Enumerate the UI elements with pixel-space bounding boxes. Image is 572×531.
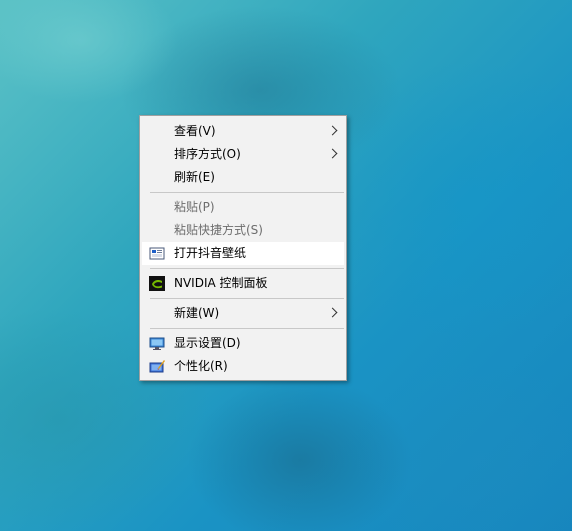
- display-icon: [149, 336, 165, 351]
- menu-item-paste-shortcut[interactable]: 粘贴快捷方式(S): [142, 219, 344, 242]
- menu-item-label: 粘贴(P): [174, 200, 215, 214]
- chevron-right-icon: [327, 148, 338, 159]
- menu-item-view[interactable]: 查看(V): [142, 120, 344, 143]
- menu-item-label: 查看(V): [174, 124, 216, 138]
- menu-separator: [150, 192, 344, 193]
- personalize-icon: [149, 359, 165, 374]
- menu-item-label: 打开抖音壁纸: [174, 246, 247, 260]
- menu-item-refresh[interactable]: 刷新(E): [142, 166, 344, 189]
- desktop-context-menu: 查看(V) 排序方式(O) 刷新(E) 粘贴(P) 粘贴快捷方式(S) 打开抖音…: [139, 115, 347, 381]
- wallpaper-app-icon: [149, 246, 165, 261]
- menu-item-display-settings[interactable]: 显示设置(D): [142, 332, 344, 355]
- menu-item-nvidia-control-panel[interactable]: NVIDIA 控制面板: [142, 272, 344, 295]
- menu-separator: [150, 268, 344, 269]
- menu-item-paste[interactable]: 粘贴(P): [142, 196, 344, 219]
- menu-item-new[interactable]: 新建(W): [142, 302, 344, 325]
- menu-item-sort-by[interactable]: 排序方式(O): [142, 143, 344, 166]
- menu-item-personalize[interactable]: 个性化(R): [142, 355, 344, 378]
- menu-item-label: NVIDIA 控制面板: [174, 276, 268, 290]
- menu-item-label: 新建(W): [174, 306, 220, 320]
- chevron-right-icon: [327, 307, 338, 318]
- menu-item-label: 刷新(E): [174, 170, 215, 184]
- chevron-right-icon: [327, 125, 338, 136]
- menu-item-label: 显示设置(D): [174, 336, 241, 350]
- menu-item-label: 排序方式(O): [174, 147, 241, 161]
- menu-item-label: 个性化(R): [174, 359, 228, 373]
- menu-item-label: 粘贴快捷方式(S): [174, 223, 263, 237]
- menu-item-open-douyin-wallpaper[interactable]: 打开抖音壁纸: [142, 242, 344, 265]
- menu-separator: [150, 298, 344, 299]
- nvidia-icon: [149, 276, 165, 291]
- menu-separator: [150, 328, 344, 329]
